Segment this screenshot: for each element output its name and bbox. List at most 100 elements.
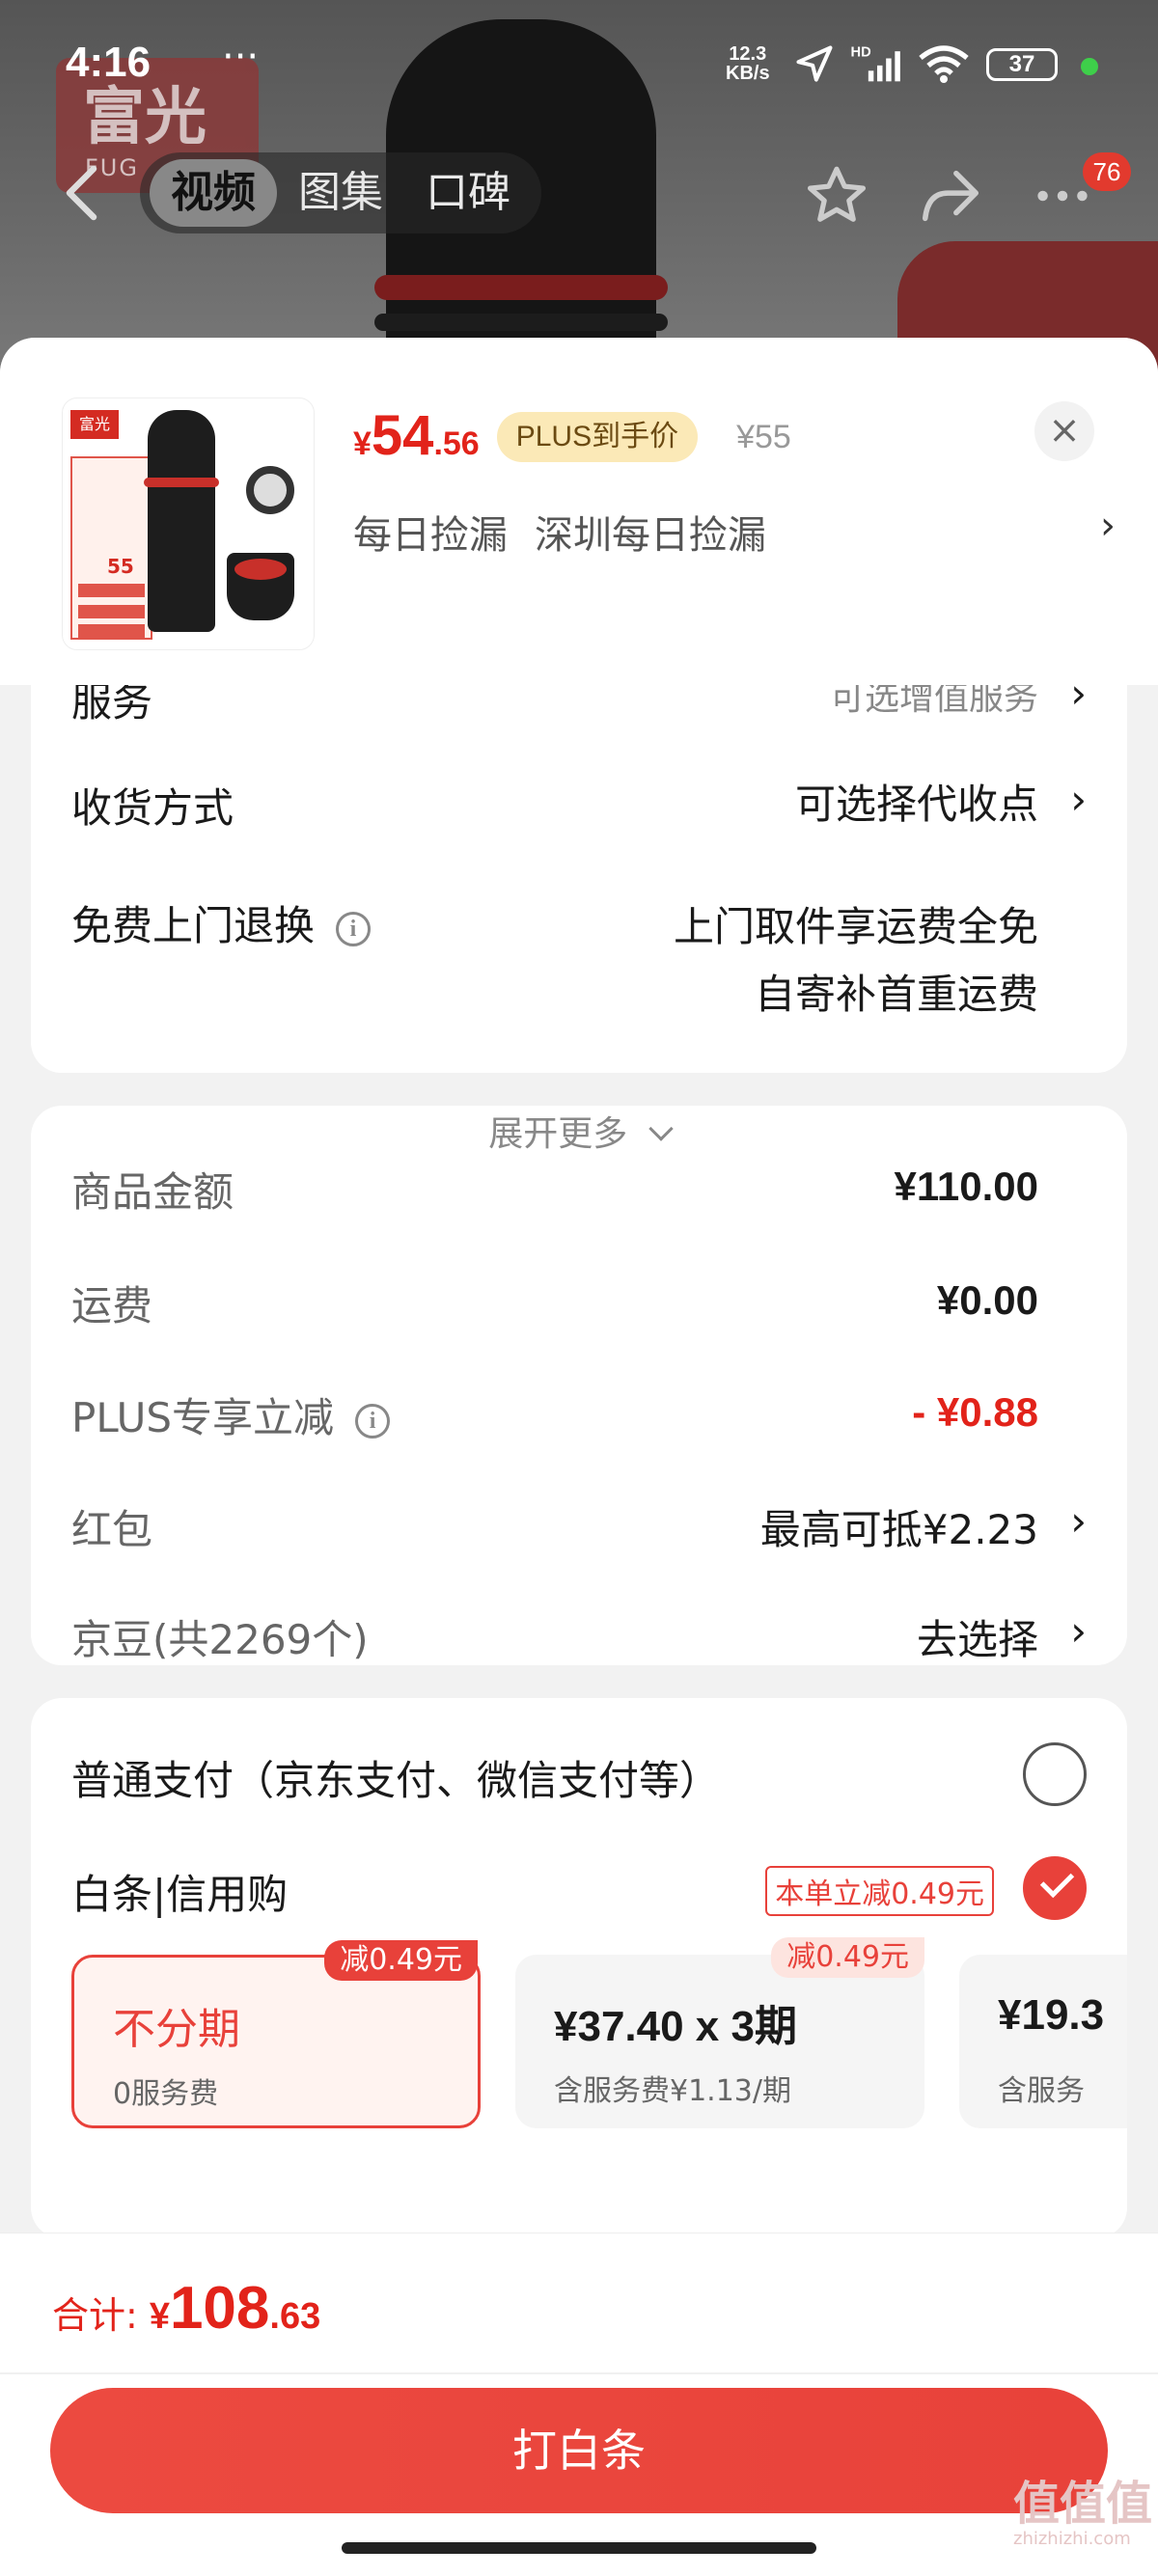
- goods-amount-row: 商品金额 ¥110.00: [71, 1160, 1087, 1218]
- free-return-line1: 上门取件享运费全免: [673, 903, 1038, 950]
- total-label: 合计:: [52, 2294, 138, 2337]
- status-time: 4:16: [66, 39, 152, 86]
- close-icon: ×: [1048, 408, 1081, 452]
- price-symbol: ¥: [353, 425, 372, 462]
- jd-beans-row[interactable]: 京豆(共2269个) 去选择 ›: [71, 1607, 1087, 1665]
- free-return-value: 上门取件享运费全免 自寄补首重运费: [674, 893, 1038, 1028]
- wifi-icon: [919, 45, 969, 83]
- jd-beans-value: 去选择: [916, 1616, 1038, 1663]
- normal-payment-row[interactable]: 普通支付（京东支付、微信支付等）: [71, 1742, 1087, 1810]
- order-total: 合计: ¥108.63: [52, 2274, 320, 2343]
- delivery-label: 收货方式: [71, 784, 234, 832]
- delivery-value: 可选择代收点: [794, 781, 1038, 828]
- home-indicator[interactable]: [342, 2542, 816, 2554]
- close-button[interactable]: ×: [1034, 401, 1094, 461]
- checkout-bar: 合计: ¥108.63 打白条 值值值 zhizhizhi.com: [0, 2233, 1158, 2576]
- plan-subtitle: 0服务费: [113, 2077, 219, 2111]
- price-decimal: .56: [433, 425, 480, 462]
- thumbnail-brand-label: 富光: [70, 410, 119, 439]
- plus-price-tag: PLUS到手价: [496, 412, 699, 462]
- thumbnail-cap: [246, 466, 294, 514]
- network-speed: 12.3 KB/s: [726, 44, 770, 83]
- total-symbol: ¥: [149, 2296, 170, 2337]
- baitiao-discount-tag: 本单立减0.49元: [765, 1866, 994, 1916]
- goods-amount-value: ¥110.00: [894, 1164, 1038, 1209]
- amount-card: 商品金额 ¥110.00 运费 ¥0.00 PLUS专享立减 i - ¥0.88 …: [31, 1106, 1127, 1665]
- media-tabs: 视频 图集 口碑: [140, 152, 541, 233]
- thumbnail-bottle: [144, 410, 219, 632]
- plan-title: 不分期: [113, 2005, 240, 2054]
- plan-discount-tag: 减0.49元: [771, 1937, 924, 1978]
- baitiao-label: 白条|信用购: [71, 1871, 289, 1918]
- shipping-label: 运费: [71, 1282, 153, 1329]
- tab-video[interactable]: 视频: [150, 159, 277, 227]
- product-thumbnail[interactable]: 富光 55: [62, 397, 315, 650]
- thumbnail-price: 55: [107, 555, 134, 578]
- plan-6-installments[interactable]: ¥19.3 含服务: [959, 1955, 1127, 2128]
- chevron-right-icon: ›: [1070, 1497, 1087, 1545]
- expand-more-label: 展开更多: [488, 1114, 628, 1154]
- plan-discount-tag: 减0.49元: [324, 1940, 478, 1981]
- battery-dot: [1081, 58, 1098, 75]
- free-return-label: 免费上门退换: [71, 902, 316, 949]
- plus-discount-value: - ¥0.88: [912, 1389, 1038, 1435]
- chevron-right-icon: ›: [1070, 1607, 1087, 1655]
- location-icon: [796, 45, 833, 82]
- red-packet-value: 最高可抵¥2.23: [759, 1506, 1038, 1553]
- installment-plans: 减0.49元 不分期 0服务费 减0.49元 ¥37.40 x 3期 含服务费¥…: [71, 1937, 1127, 2128]
- red-packet-label: 红包: [71, 1506, 153, 1553]
- free-return-line2: 自寄补首重运费: [754, 971, 1038, 1018]
- network-speed-value: 12.3: [729, 43, 767, 65]
- plan-subtitle: 含服务费¥1.13/期: [554, 2074, 791, 2108]
- baitiao-row[interactable]: 白条|信用购 本单立减0.49元: [71, 1856, 1087, 1924]
- shipping-row: 运费 ¥0.00: [71, 1274, 1087, 1331]
- chevron-right-icon: ›: [1070, 776, 1087, 823]
- top-navigation: 视频 图集 口碑 76: [0, 145, 1158, 241]
- signal-icon: HD: [851, 45, 900, 82]
- tab-reviews[interactable]: 口碑: [404, 159, 532, 227]
- network-speed-unit: KB/s: [726, 63, 770, 84]
- site-watermark: 值值值 zhizhizhi.com: [1013, 2465, 1152, 2549]
- goods-amount-label: 商品金额: [71, 1168, 234, 1216]
- svg-text:HD: HD: [851, 45, 871, 61]
- back-icon[interactable]: [60, 164, 108, 222]
- red-packet-row[interactable]: 红包 最高可抵¥2.23 ›: [71, 1497, 1087, 1555]
- status-bar: 4:16 ··· 12.3 KB/s HD 37: [0, 0, 1158, 125]
- pay-with-baitiao-button[interactable]: 打白条: [50, 2388, 1108, 2513]
- expand-more-link[interactable]: 展开更多: [31, 1106, 1127, 1156]
- tab-gallery[interactable]: 图集: [277, 159, 404, 227]
- price-integer: 54: [371, 404, 434, 467]
- battery-indicator: 37: [986, 48, 1058, 81]
- plan-no-installment[interactable]: 减0.49元 不分期 0服务费: [71, 1940, 481, 2128]
- watermark-text: 值值值: [1013, 2477, 1153, 2531]
- service-card: 服务 可选增值服务 › 收货方式 可选择代收点 › 免费上门退换 i 上门取件享运…: [31, 670, 1127, 1073]
- shop-tags-row[interactable]: 每日捡漏 深圳每日捡漏 ›: [353, 504, 1116, 562]
- chevron-down-icon: [648, 1116, 674, 1141]
- shop-tag-shenzhen: 深圳每日捡漏: [535, 513, 766, 558]
- divider: [0, 2372, 1158, 2374]
- free-return-label-wrap: 免费上门退换 i: [71, 893, 372, 952]
- chevron-right-icon: ›: [1100, 504, 1116, 548]
- total-integer: 108: [169, 2275, 270, 2342]
- plus-discount-label-wrap: PLUS专享立减 i: [71, 1385, 391, 1444]
- watermark-sub: zhizhizhi.com: [1013, 2529, 1131, 2549]
- plus-price: ¥54.56: [353, 403, 480, 468]
- plus-discount-row: PLUS专享立减 i - ¥0.88: [71, 1385, 1087, 1443]
- baitiao-radio[interactable]: [1023, 1856, 1087, 1920]
- info-icon[interactable]: i: [355, 1403, 391, 1439]
- message-badge: 76: [1083, 152, 1131, 191]
- thumbnail-promo-card: 55: [70, 456, 152, 640]
- payment-card: 普通支付（京东支付、微信支付等） 白条|信用购 本单立减0.49元 减0.49元…: [31, 1698, 1127, 2238]
- normal-payment-label: 普通支付（京东支付、微信支付等）: [71, 1757, 721, 1804]
- share-icon[interactable]: [917, 162, 984, 230]
- info-icon[interactable]: i: [336, 911, 372, 946]
- shipping-value: ¥0.00: [936, 1277, 1038, 1323]
- original-price: ¥55: [736, 418, 791, 455]
- status-dots: ···: [222, 35, 260, 79]
- thumbnail-cup: [227, 553, 294, 620]
- plan-3-installments[interactable]: 减0.49元 ¥37.40 x 3期 含服务费¥1.13/期: [515, 1937, 924, 2128]
- normal-payment-radio[interactable]: [1023, 1742, 1087, 1806]
- star-icon[interactable]: [803, 162, 870, 230]
- plan-title: ¥19.3: [998, 1991, 1105, 2039]
- price-row: ¥54.56 PLUS到手价 ¥55: [353, 403, 791, 471]
